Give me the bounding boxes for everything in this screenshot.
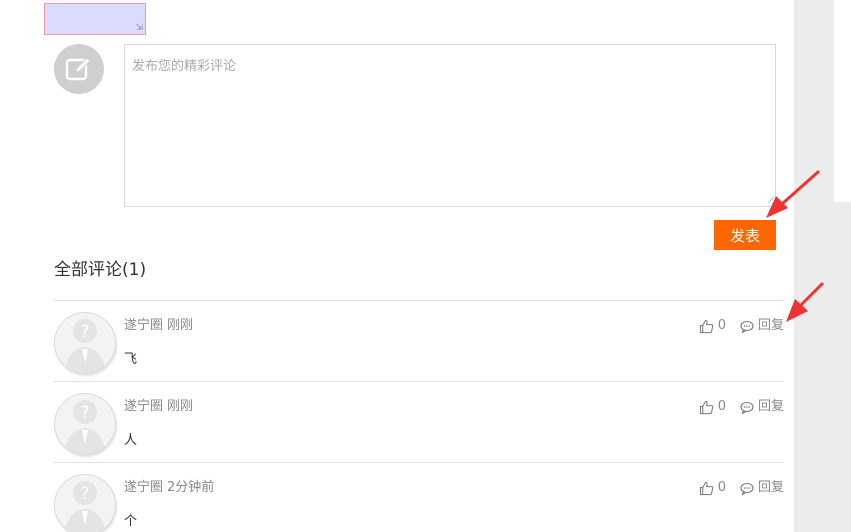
comment-content: 人 [124,433,138,448]
comment-content: 飞 [124,352,138,367]
comment-list: ? 遂宁圈 刚刚 飞 0 回复 ? 遂宁圈 刚刚 人 0 回复 ? 遂宁圈 2分… [54,300,784,532]
comment-bubble-icon [740,482,754,495]
reply-label: 回复 [757,399,784,414]
like-button[interactable]: 0 [699,318,726,334]
default-avatar-icon: ? [54,393,116,455]
svg-text:?: ? [80,484,89,504]
default-avatar-icon: ? [54,474,116,532]
textarea-resize-grip-icon[interactable]: ⟋ [768,197,774,206]
edit-icon [65,57,91,81]
comment-bubble-icon [740,401,754,414]
like-count: 0 [717,399,726,414]
comment-time: 刚刚 [167,318,194,333]
comment-author[interactable]: 遂宁圈 [124,480,163,495]
comment-author[interactable]: 遂宁圈 [124,318,163,333]
thumbs-up-icon [699,319,713,333]
comment-actions: 0 回复 [699,480,784,496]
thumbs-up-icon [699,400,713,414]
thumbs-up-icon [699,481,713,495]
like-button[interactable]: 0 [699,480,726,496]
comment-item: ? 遂宁圈 2分钟前 个 0 回复 [54,462,784,532]
reply-button[interactable]: 回复 [740,399,784,415]
comment-item: ? 遂宁圈 刚刚 人 0 回复 [54,381,784,462]
comment-meta: 遂宁圈 刚刚 [124,318,193,334]
compose-avatar [54,44,104,94]
default-avatar-icon: ? [54,312,116,374]
comment-author[interactable]: 遂宁圈 [124,399,163,414]
svg-text:?: ? [80,322,89,342]
comment-content: 个 [124,514,138,529]
right-panel-notch [834,0,851,202]
reply-label: 回复 [757,318,784,333]
reply-label: 回复 [757,480,784,495]
like-button[interactable]: 0 [699,399,726,415]
svg-text:?: ? [80,403,89,423]
comment-meta: 遂宁圈 2分钟前 [124,480,214,496]
resizable-placeholder-box[interactable]: ⇲ [44,3,146,35]
like-count: 0 [717,318,726,333]
page: ⇲ ⟋ 发表 全部评论(1) ? 遂宁圈刚 [0,0,851,532]
like-count: 0 [717,480,726,495]
comment-input[interactable] [124,44,776,207]
comment-time: 2分钟前 [167,480,215,495]
publish-button[interactable]: 发表 [714,220,776,250]
reply-button[interactable]: 回复 [740,480,784,496]
comment-meta: 遂宁圈 刚刚 [124,399,193,415]
comment-time: 刚刚 [167,399,194,414]
comment-actions: 0 回复 [699,399,784,415]
resize-handle-icon[interactable]: ⇲ [135,24,143,33]
comment-actions: 0 回复 [699,318,784,334]
comment-bubble-icon [740,320,754,333]
comments-title: 全部评论(1) [54,260,147,280]
reply-button[interactable]: 回复 [740,318,784,334]
comment-item: ? 遂宁圈 刚刚 飞 0 回复 [54,300,784,381]
